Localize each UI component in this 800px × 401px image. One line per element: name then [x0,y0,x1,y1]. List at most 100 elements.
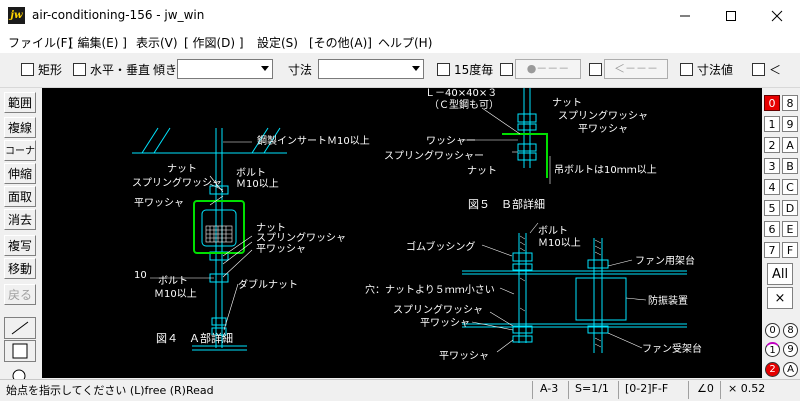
fig6-text: ゴムブッシング ボルト Ｍ10以上 穴：ナットより５ｍｍ小さい スプリングワッシ… [365,225,702,362]
layer-1[interactable]: 1 [764,116,780,132]
close-icon [771,10,783,21]
drawing-canvas[interactable]: 鋼製インサートＭ10以上 ナット スプリングワッシャ ボルト Ｍ10以上 平ワッ… [42,88,762,378]
tool-corner[interactable]: コーナー [4,140,36,178]
lt-checkbox[interactable] [752,63,765,76]
fig5-caption: 図５ Ｂ部詳細 [468,197,545,211]
hv-label: 水平・垂直 [90,63,151,77]
group-2[interactable]: 2 [765,362,780,377]
tool-undo[interactable]: 戻る [4,284,36,305]
group-a[interactable]: A [783,362,798,377]
group-0[interactable]: 0 [765,323,780,338]
fig6-flat: 平ワッシャ [420,318,470,329]
fig4-text: 鋼製インサートＭ10以上 ナット スプリングワッシャ ボルト Ｍ10以上 平ワッ… [132,134,370,345]
scale[interactable]: S=1/1 [575,382,609,395]
fig6-fan-top: ファン用架台 [635,254,695,267]
chevron-down-icon [261,66,269,71]
angle-status[interactable]: ∠0 [697,382,714,395]
zoom-status[interactable]: × 0.52 [728,382,765,395]
fig4-m10b: Ｍ10以上 [154,288,197,300]
layer-0[interactable]: 0 [764,95,780,111]
group-1[interactable]: 1 [765,342,780,357]
layer-a[interactable]: A [782,137,798,153]
tool-rectangle[interactable] [4,340,36,362]
tool-move[interactable]: 移動 [4,258,36,279]
dot-line-button[interactable]: ●－－－ [515,59,581,79]
tool-copy[interactable]: 複写 [4,235,36,256]
tool-chamfer[interactable]: 面取 [4,186,36,207]
status-divider [688,381,689,399]
menu-other[interactable]: [その他(A)] [309,34,372,51]
status-divider [618,381,619,399]
fig4-nut: ナット [167,163,197,175]
dotline-checkbox[interactable] [500,63,513,76]
status-message: 始点を指示してください (L)free (R)Read [6,384,214,397]
status-divider [532,381,533,399]
layer-2[interactable]: 2 [764,137,780,153]
slope-combo[interactable] [177,59,273,79]
chevron-down-icon [412,66,420,71]
minimize-icon [680,15,690,16]
fig5-nut2: ナット [467,165,497,177]
layer-c[interactable]: C [782,179,798,195]
tool-parallel[interactable]: 複線 [4,117,36,138]
line-icon [11,321,29,335]
menu-settings[interactable]: 設定(S) [257,34,298,51]
menu-view[interactable]: 表示(V) [136,34,178,51]
tool-extend[interactable]: 伸縮 [4,163,36,184]
slope-label: 傾き [153,63,178,77]
fig4-bushing [205,225,233,243]
layer-9[interactable]: 9 [782,116,798,132]
group-9[interactable]: 9 [783,342,798,357]
fig6-flat2: 平ワッシャ [439,351,489,362]
dimvalue-checkbox[interactable] [680,63,693,76]
arrowline-checkbox[interactable] [589,63,602,76]
fig6-hole: 穴：ナットより５ｍｍ小さい [365,283,495,296]
menu-help[interactable]: ヘルプ(H) [378,34,432,51]
fig4-bolt: ボルト [236,167,266,179]
layer-4[interactable]: 4 [764,179,780,195]
layer-all-button[interactable]: All [767,263,793,285]
layer-5[interactable]: 5 [764,200,780,216]
close-button[interactable] [754,0,800,31]
layer-3[interactable]: 3 [764,158,780,174]
dim-label: 寸法 [288,63,313,77]
arrow-line-button[interactable]: ＜－－－ [604,59,668,79]
layer-b[interactable]: B [782,158,798,174]
layer-e[interactable]: E [782,221,798,237]
menu-file[interactable]: ファイル(F) [8,34,72,51]
layer-status[interactable]: [0-2]F-F [625,382,668,395]
fig5-nut: ナット [552,97,582,109]
fig4-flat2: 平ワッシャ [256,244,306,255]
tool-erase[interactable]: 消去 [4,209,36,230]
fig4-double: ダブルナット [238,278,298,291]
minimize-button[interactable] [662,0,708,31]
tool-range[interactable]: 範囲 [4,92,36,113]
layer-cross-button[interactable]: × [767,287,793,309]
deg15-label: 15度毎 [454,63,494,77]
tool-circle[interactable] [4,363,36,379]
group-8[interactable]: 8 [783,323,798,338]
fig5-flat: 平ワッシャ [578,124,628,135]
fig5-spring: スプリングワッシャ [558,109,648,122]
hv-checkbox[interactable] [73,63,86,76]
layer-f[interactable]: F [782,242,798,258]
dim-combo[interactable] [318,59,424,79]
status-divider [720,381,721,399]
rect-checkbox[interactable] [21,63,34,76]
fig4-m10: Ｍ10以上 [236,178,279,190]
dimvalue-label: 寸法値 [697,63,734,77]
layer-6[interactable]: 6 [764,221,780,237]
layer-d[interactable]: D [782,200,798,216]
layer-8[interactable]: 8 [782,95,798,111]
fig6-vib: 防振装置 [648,294,688,307]
fig5-spring2: スプリングワッシャー [384,149,484,162]
tool-line[interactable] [4,317,36,339]
maximize-button[interactable] [708,0,754,31]
fig5-angle-label: Ｌ－40×40×３ [425,88,497,99]
drawing-svg: 鋼製インサートＭ10以上 ナット スプリングワッシャ ボルト Ｍ10以上 平ワッ… [132,88,702,362]
menu-edit[interactable]: [ 編集(E) ] [69,34,127,51]
layer-7[interactable]: 7 [764,242,780,258]
paper-size[interactable]: A-3 [540,382,558,395]
deg15-checkbox[interactable] [437,63,450,76]
menu-draw[interactable]: [ 作図(D) ] [184,34,244,51]
